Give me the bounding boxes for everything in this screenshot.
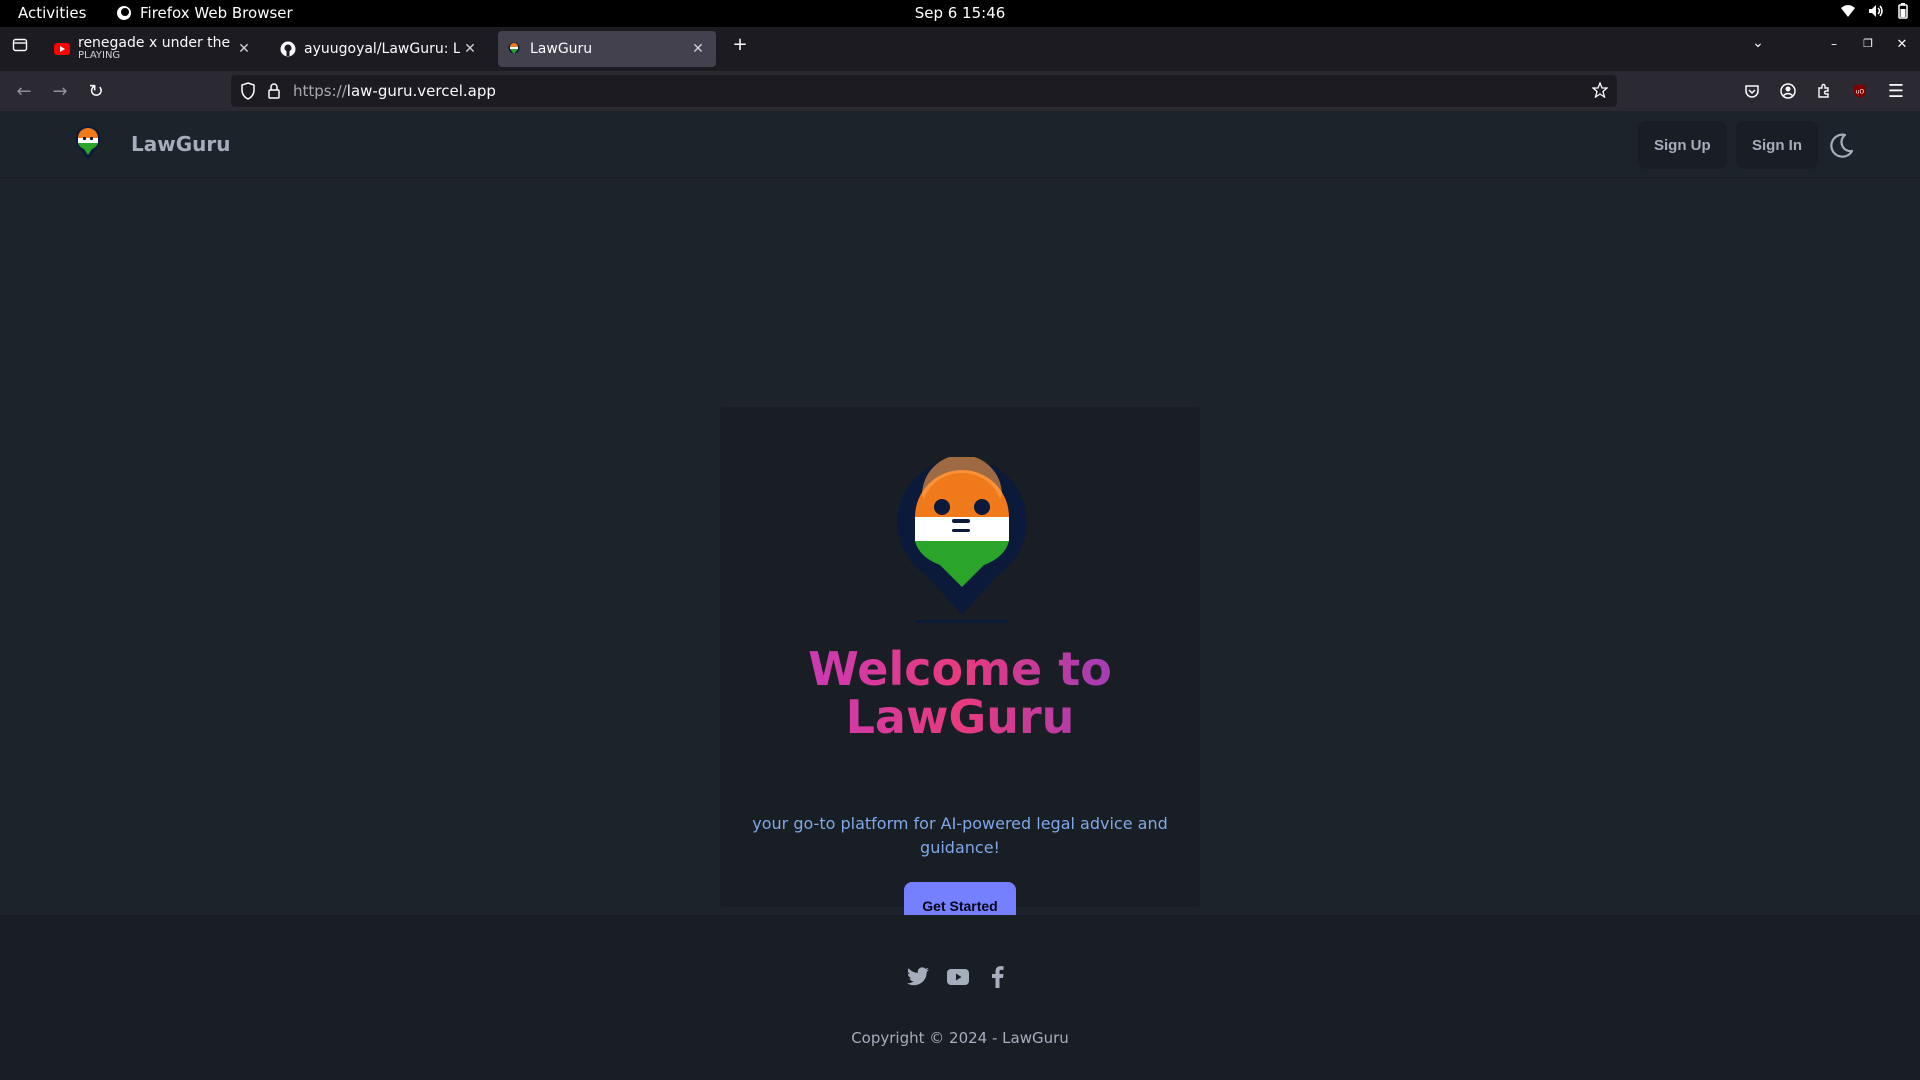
restore-button[interactable]: ❐: [1858, 37, 1878, 50]
svg-text:uO: uO: [1856, 89, 1865, 96]
navigation-toolbar: ← → ↻ https://law-guru.vercel.app uO ☰: [0, 71, 1920, 111]
volume-icon: [1869, 5, 1883, 17]
theme-toggle-moon-icon[interactable]: [1826, 131, 1856, 161]
tab-strip: renegade x under the influence PLAYING ✕…: [0, 27, 1920, 71]
social-links: [906, 965, 1010, 989]
account-icon: [1780, 83, 1796, 99]
puzzle-icon: [1818, 83, 1829, 98]
copyright-text: Copyright © 2024 - LawGuru: [851, 1029, 1069, 1047]
youtube-icon: [54, 41, 70, 57]
lawguru-logo: [75, 126, 101, 160]
hero-card: Welcome to LawGuru your go-to platform f…: [720, 407, 1200, 930]
lawguru-mascot-logo: [897, 457, 1027, 623]
arrow-right-icon: →: [52, 80, 68, 102]
facebook-icon[interactable]: [986, 965, 1010, 989]
extensions-button[interactable]: [1812, 79, 1836, 103]
firefox-view-icon: [12, 38, 28, 52]
minimize-button[interactable]: –: [1824, 37, 1844, 51]
list-all-tabs-button[interactable]: ⌄: [1746, 35, 1770, 51]
plus-icon: +: [732, 34, 748, 55]
battery-icon: [1898, 3, 1908, 19]
hamburger-icon: ☰: [1887, 80, 1905, 102]
system-top-bar: Activities Firefox Web Browser Sep 6 15:…: [0, 0, 1920, 27]
app-menu-button[interactable]: ☰: [1884, 79, 1908, 103]
minimize-icon: –: [1831, 37, 1837, 51]
ublock-button[interactable]: uO: [1848, 79, 1872, 103]
close-icon: ✕: [1896, 37, 1908, 52]
hero-title: Welcome to LawGuru: [720, 645, 1200, 742]
clock[interactable]: Sep 6 15:46: [0, 4, 1920, 22]
hero-title-line-2: LawGuru: [845, 690, 1075, 745]
account-button[interactable]: [1776, 79, 1800, 103]
tab-lawguru[interactable]: LawGuru ✕: [498, 31, 716, 67]
tab-youtube[interactable]: renegade x under the influence PLAYING ✕: [46, 31, 262, 67]
back-button[interactable]: ←: [12, 79, 36, 103]
close-tab-icon[interactable]: ✕: [460, 41, 480, 57]
ublock-origin-icon: uO: [1854, 84, 1866, 98]
pocket-button[interactable]: [1740, 79, 1764, 103]
system-tray[interactable]: [1840, 3, 1910, 19]
close-window-button[interactable]: ✕: [1892, 37, 1912, 52]
sign-up-button[interactable]: Sign Up: [1638, 121, 1727, 169]
firefox-view-button[interactable]: [8, 37, 32, 58]
close-tab-icon[interactable]: ✕: [688, 41, 708, 57]
shield-icon[interactable]: [240, 82, 256, 100]
brand-name: LawGuru: [131, 132, 231, 156]
new-tab-button[interactable]: +: [728, 34, 752, 55]
tab-title: ayuugoyal/LawGuru: LawGuru: [304, 41, 460, 57]
tab-title: LawGuru: [530, 41, 593, 57]
wifi-icon: [1841, 5, 1855, 17]
site-header: LawGuru Sign Up Sign In: [0, 111, 1920, 178]
hero-section: Welcome to LawGuru your go-to platform f…: [0, 178, 1920, 930]
lock-icon[interactable]: [267, 82, 281, 100]
tab-title: renegade x under the influence: [78, 36, 234, 52]
hero-tagline: your go-to platform for AI-powered legal…: [752, 814, 1168, 857]
forward-button[interactable]: →: [48, 79, 72, 103]
youtube-icon[interactable]: [946, 965, 970, 989]
chevron-down-icon: ⌄: [1752, 35, 1764, 51]
twitter-icon[interactable]: [906, 965, 930, 989]
brand-link[interactable]: LawGuru: [72, 124, 230, 164]
arrow-left-icon: ←: [16, 80, 32, 102]
url-scheme: https://: [293, 82, 347, 100]
reload-button[interactable]: ↻: [84, 79, 108, 103]
lawguru-favicon: [506, 41, 522, 57]
reload-icon: ↻: [88, 80, 104, 102]
web-page: LawGuru Sign Up Sign In Welcome to LawGu…: [0, 111, 1920, 1080]
url-text[interactable]: https://law-guru.vercel.app: [293, 82, 496, 100]
tab-github[interactable]: ayuugoyal/LawGuru: LawGuru ✕: [272, 31, 488, 67]
bookmark-star-icon[interactable]: [1592, 82, 1608, 98]
hero-title-line-1: Welcome to: [808, 642, 1112, 696]
close-tab-icon[interactable]: ✕: [234, 41, 254, 57]
url-bar[interactable]: https://law-guru.vercel.app: [231, 75, 1617, 107]
sign-in-button[interactable]: Sign In: [1736, 121, 1818, 169]
restore-icon: ❐: [1863, 37, 1873, 50]
tab-playing-label: PLAYING: [78, 50, 121, 62]
url-host: law-guru.vercel.app: [346, 82, 496, 100]
site-footer: Copyright © 2024 - LawGuru: [0, 915, 1920, 1080]
pocket-icon: [1745, 85, 1759, 98]
github-icon: [280, 41, 296, 57]
